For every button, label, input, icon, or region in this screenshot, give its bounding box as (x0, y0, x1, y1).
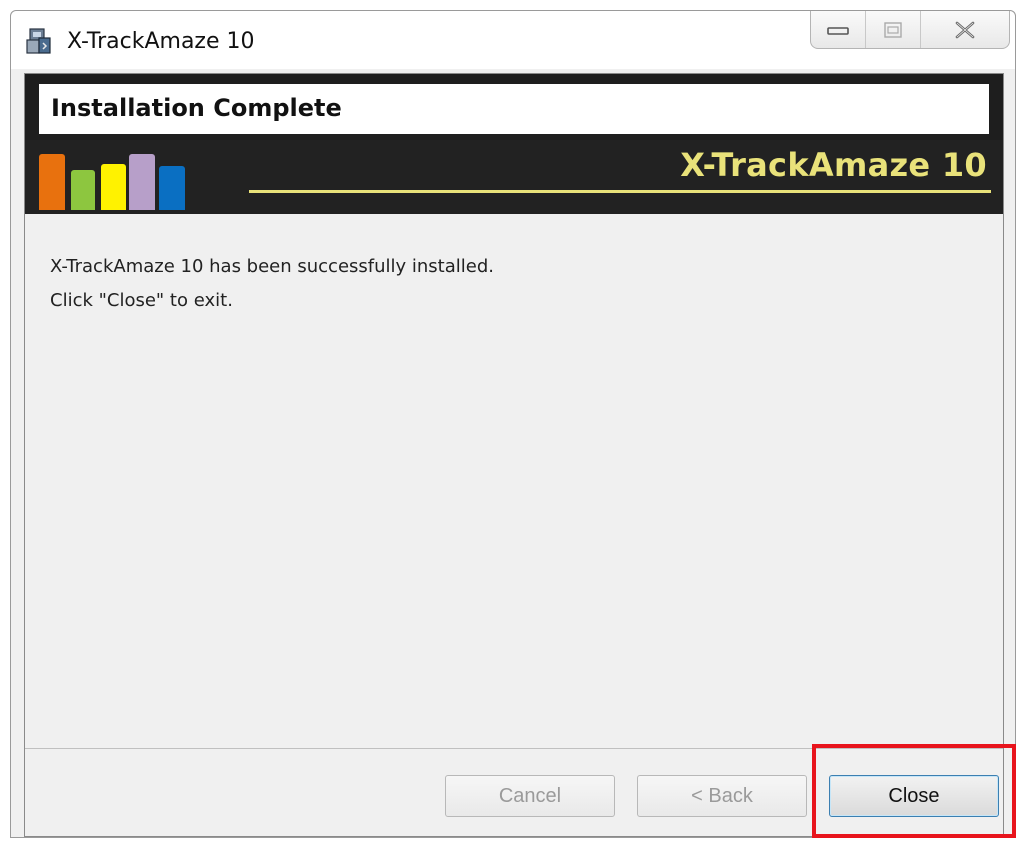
window-title: X-TrackAmaze 10 (67, 29, 255, 54)
brand-bar-orange (39, 154, 65, 210)
brand-underline (249, 190, 991, 193)
button-bar: Cancel < Back Close (25, 748, 1003, 836)
dialog-body: Installation Complete X-TrackAmaze 10 X-… (24, 73, 1004, 837)
close-icon (955, 21, 975, 38)
maximize-icon (884, 21, 902, 38)
maximize-button[interactable] (866, 11, 921, 48)
back-button[interactable]: < Back (637, 775, 807, 817)
banner-header: Installation Complete (25, 74, 1003, 140)
cancel-button[interactable]: Cancel (445, 775, 615, 817)
close-button[interactable]: Close (829, 775, 999, 817)
exit-instruction: Click "Close" to exit. (50, 290, 233, 311)
title-bar[interactable]: X-TrackAmaze 10 (11, 11, 1015, 69)
brand-banner: X-TrackAmaze 10 (25, 140, 1003, 214)
brand-logo-text: X-TrackAmaze 10 (680, 146, 987, 184)
page-title: Installation Complete (51, 94, 342, 122)
minimize-icon (827, 26, 849, 35)
success-message: X-TrackAmaze 10 has been successfully in… (50, 256, 494, 277)
installer-window: X-TrackAmaze 10 Installation Complete X-… (10, 10, 1016, 838)
installer-icon (26, 28, 51, 54)
minimize-button[interactable] (811, 11, 866, 48)
brand-bar-purple (129, 154, 155, 210)
message-area: X-TrackAmaze 10 has been successfully in… (25, 214, 1003, 750)
brand-bar-blue (159, 166, 185, 210)
banner-title-box: Installation Complete (39, 84, 989, 134)
brand-bar-green (71, 170, 95, 210)
window-close-button[interactable] (921, 11, 1009, 48)
brand-bar-yellow (101, 164, 126, 210)
caption-buttons (810, 11, 1010, 49)
